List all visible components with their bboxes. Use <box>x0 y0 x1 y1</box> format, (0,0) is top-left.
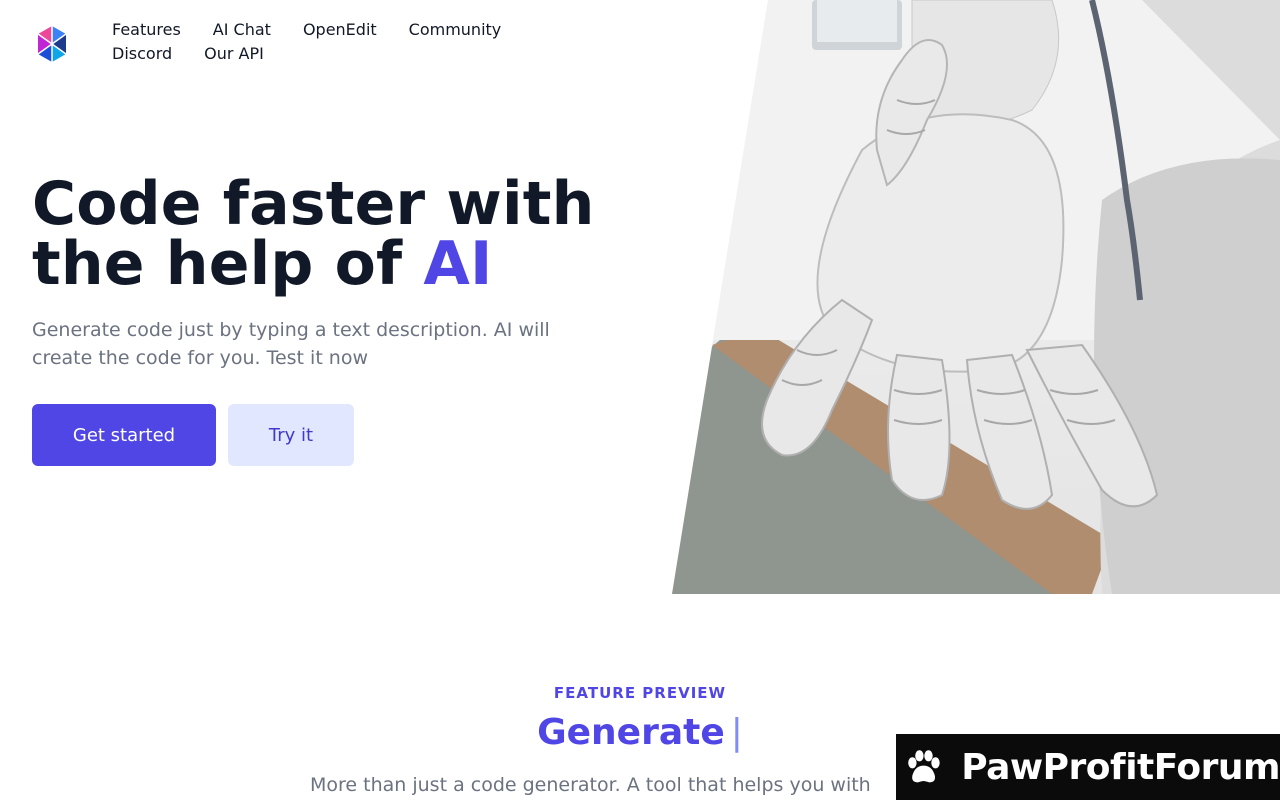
nav-features[interactable]: Features <box>112 20 181 40</box>
feature-title-text: Generate <box>537 712 725 753</box>
hero-image <box>672 0 1280 594</box>
watermark-text: PawProfitForum <box>961 746 1280 788</box>
nav-openedit[interactable]: OpenEdit <box>303 20 377 40</box>
nav-community[interactable]: Community <box>409 20 502 40</box>
typing-cursor: | <box>730 712 743 753</box>
hero-subtitle: Generate code just by typing a text desc… <box>32 319 550 369</box>
feature-eyebrow: FEATURE PREVIEW <box>553 684 727 702</box>
main-nav: Features AI Chat OpenEdit Community Disc… <box>112 20 532 64</box>
brand-logo-icon[interactable] <box>32 24 72 64</box>
landing-page: Features AI Chat OpenEdit Community Disc… <box>0 0 1280 800</box>
robot-hand-image <box>672 0 1280 594</box>
paw-icon <box>908 750 940 783</box>
hero-title-accent: AI <box>423 229 493 299</box>
hero-title: Code faster with the help of AI <box>32 174 652 294</box>
nav-our-api[interactable]: Our API <box>204 44 264 64</box>
get-started-button[interactable]: Get started <box>32 404 216 466</box>
nav-ai-chat[interactable]: AI Chat <box>213 20 271 40</box>
hero-title-line2: the help of <box>32 229 403 299</box>
try-it-button[interactable]: Try it <box>228 404 354 466</box>
nav-discord[interactable]: Discord <box>112 44 172 64</box>
watermark-badge: PawProfitForum <box>896 734 1280 800</box>
